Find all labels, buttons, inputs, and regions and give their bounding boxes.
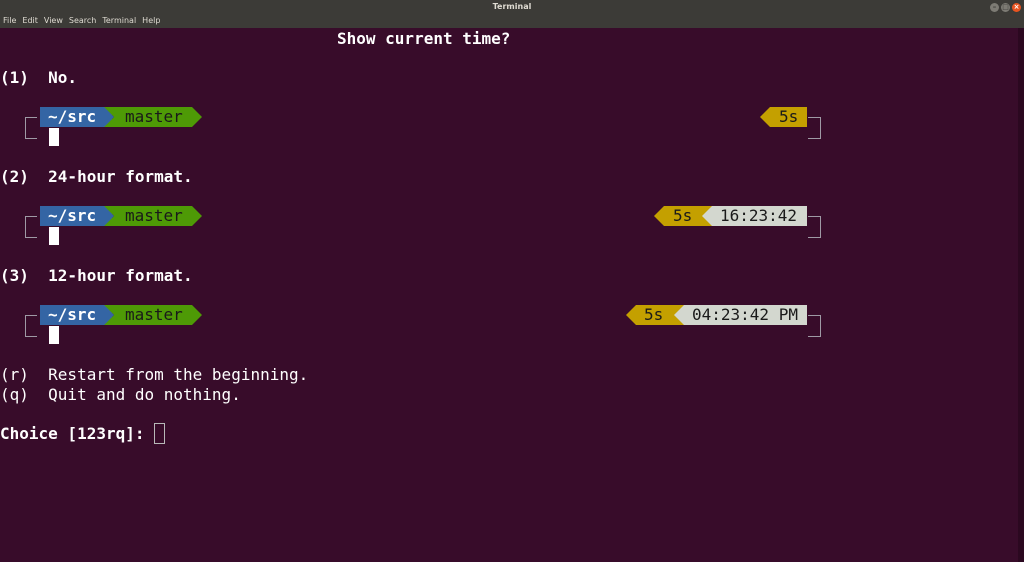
choice-prompt: Choice [123rq]: — [0, 424, 155, 443]
prompt-frame-left — [25, 315, 37, 337]
dir-segment: ~/src — [40, 107, 112, 127]
menu-bar: File Edit View Search Terminal Help — [0, 15, 1024, 28]
heading: Show current time? — [337, 29, 511, 48]
current-time: 16:23:42 — [720, 206, 798, 225]
window-title: Terminal — [492, 2, 532, 11]
option-2-label: (2) 24-hour format. — [0, 167, 193, 186]
prompt-frame-right — [808, 117, 821, 139]
dir-segment: ~/src — [40, 305, 112, 325]
title-bar: Terminal – □ × — [0, 0, 1024, 15]
duration: 5s — [673, 206, 693, 225]
prompt-frame-left — [25, 117, 37, 139]
git-branch: master — [125, 305, 183, 324]
restart-option: (r) Restart from the beginning. — [0, 365, 309, 384]
prompt-frame-left — [25, 216, 37, 238]
prompt-frame-right — [808, 315, 821, 337]
menu-help[interactable]: Help — [142, 16, 160, 25]
git-branch: master — [125, 107, 183, 126]
quit-option: (q) Quit and do nothing. — [0, 385, 241, 404]
menu-view[interactable]: View — [44, 16, 63, 25]
duration: 5s — [644, 305, 664, 324]
option-1-label: (1) No. — [0, 68, 78, 87]
cursor — [49, 326, 59, 344]
current-time: 04:23:42 PM — [692, 305, 798, 324]
menu-edit[interactable]: Edit — [22, 16, 38, 25]
git-branch: master — [125, 206, 183, 225]
dir-segment: ~/src — [40, 206, 112, 226]
prompt-frame-right — [808, 216, 821, 238]
cursor — [49, 227, 59, 245]
menu-search[interactable]: Search — [69, 16, 96, 25]
menu-file[interactable]: File — [3, 16, 16, 25]
close-icon[interactable]: × — [1012, 3, 1021, 12]
minimize-icon[interactable]: – — [990, 3, 999, 12]
input-cursor[interactable] — [154, 423, 165, 444]
cursor — [49, 128, 59, 146]
option-3-label: (3) 12-hour format. — [0, 266, 193, 285]
scrollbar[interactable] — [1018, 28, 1024, 562]
duration: 5s — [779, 107, 799, 126]
maximize-icon[interactable]: □ — [1001, 3, 1010, 12]
menu-terminal[interactable]: Terminal — [102, 16, 136, 25]
